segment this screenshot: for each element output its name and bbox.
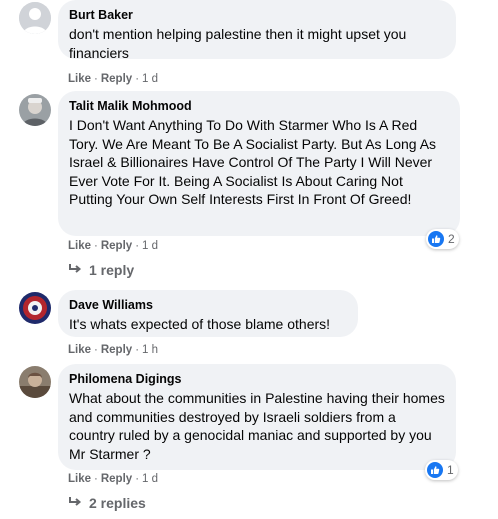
replies-count-label: 2 replies — [89, 495, 146, 511]
comment-timestamp[interactable]: 1 d — [142, 73, 158, 85]
reply-button[interactable]: Reply — [101, 240, 132, 252]
view-replies-link[interactable]: 2 replies — [68, 494, 146, 512]
reply-arrow-icon — [68, 494, 82, 512]
like-reaction-icon — [428, 231, 444, 247]
like-button[interactable]: Like — [68, 240, 91, 252]
avatar[interactable] — [19, 94, 51, 126]
profile-photo-icon — [19, 366, 51, 398]
comment-actions: Like · Reply · 1 h — [68, 343, 158, 357]
comment-bubble: Dave Williams It's whats expected of tho… — [58, 290, 358, 337]
avatar[interactable] — [19, 2, 51, 34]
avatar[interactable] — [19, 292, 51, 324]
like-button[interactable]: Like — [68, 73, 91, 85]
comment-bubble: Talit Malik Mohmood I Don't Want Anythin… — [58, 91, 460, 236]
like-button[interactable]: Like — [68, 344, 91, 356]
like-button[interactable]: Like — [68, 473, 91, 485]
reaction-count[interactable]: 2 — [426, 229, 459, 249]
separator: · — [94, 240, 98, 252]
comment-timestamp[interactable]: 1 d — [142, 473, 158, 485]
like-reaction-icon — [427, 462, 443, 478]
avatar[interactable] — [19, 366, 51, 398]
reply-arrow-icon — [68, 261, 82, 279]
separator: · — [94, 473, 98, 485]
comment-author[interactable]: Burt Baker — [69, 7, 445, 24]
comment-text: I Don't Want Anything To Do With Starmer… — [69, 117, 437, 208]
replies-count-label: 1 reply — [89, 262, 135, 278]
comment-text: It's whats expected of those blame other… — [69, 316, 331, 332]
comment-timestamp[interactable]: 1 d — [142, 240, 158, 252]
reply-button[interactable]: Reply — [101, 73, 132, 85]
comment-bubble: Philomena Digings What about the communi… — [58, 364, 456, 470]
separator: · — [135, 73, 140, 85]
comment-timestamp[interactable]: 1 h — [142, 344, 158, 356]
separator: · — [135, 240, 140, 252]
reaction-count-value: 2 — [448, 232, 455, 246]
default-avatar-icon — [19, 2, 51, 34]
reaction-count[interactable]: 1 — [425, 460, 458, 480]
profile-photo-icon — [19, 292, 51, 324]
comment-author[interactable]: Philomena Digings — [69, 371, 445, 388]
comment-text: don't mention helping palestine then it … — [69, 26, 407, 61]
comment-author[interactable]: Dave Williams — [69, 297, 347, 314]
separator: · — [135, 344, 140, 356]
separator: · — [135, 473, 140, 485]
separator: · — [94, 344, 98, 356]
comment-bubble: Burt Baker don't mention helping palesti… — [58, 0, 456, 61]
comment-author[interactable]: Talit Malik Mohmood — [69, 98, 449, 115]
comment-actions: Like · Reply · 1 d — [68, 239, 158, 253]
comment-actions: Like · Reply · 1 d — [68, 472, 158, 486]
reply-button[interactable]: Reply — [101, 473, 132, 485]
comment-text: What about the communities in Palestine … — [69, 390, 445, 462]
view-replies-link[interactable]: 1 reply — [68, 261, 134, 279]
comment-actions: Like · Reply · 1 d — [68, 72, 158, 86]
separator: · — [94, 73, 98, 85]
reaction-count-value: 1 — [447, 463, 454, 477]
profile-photo-icon — [19, 94, 51, 126]
reply-button[interactable]: Reply — [101, 344, 132, 356]
